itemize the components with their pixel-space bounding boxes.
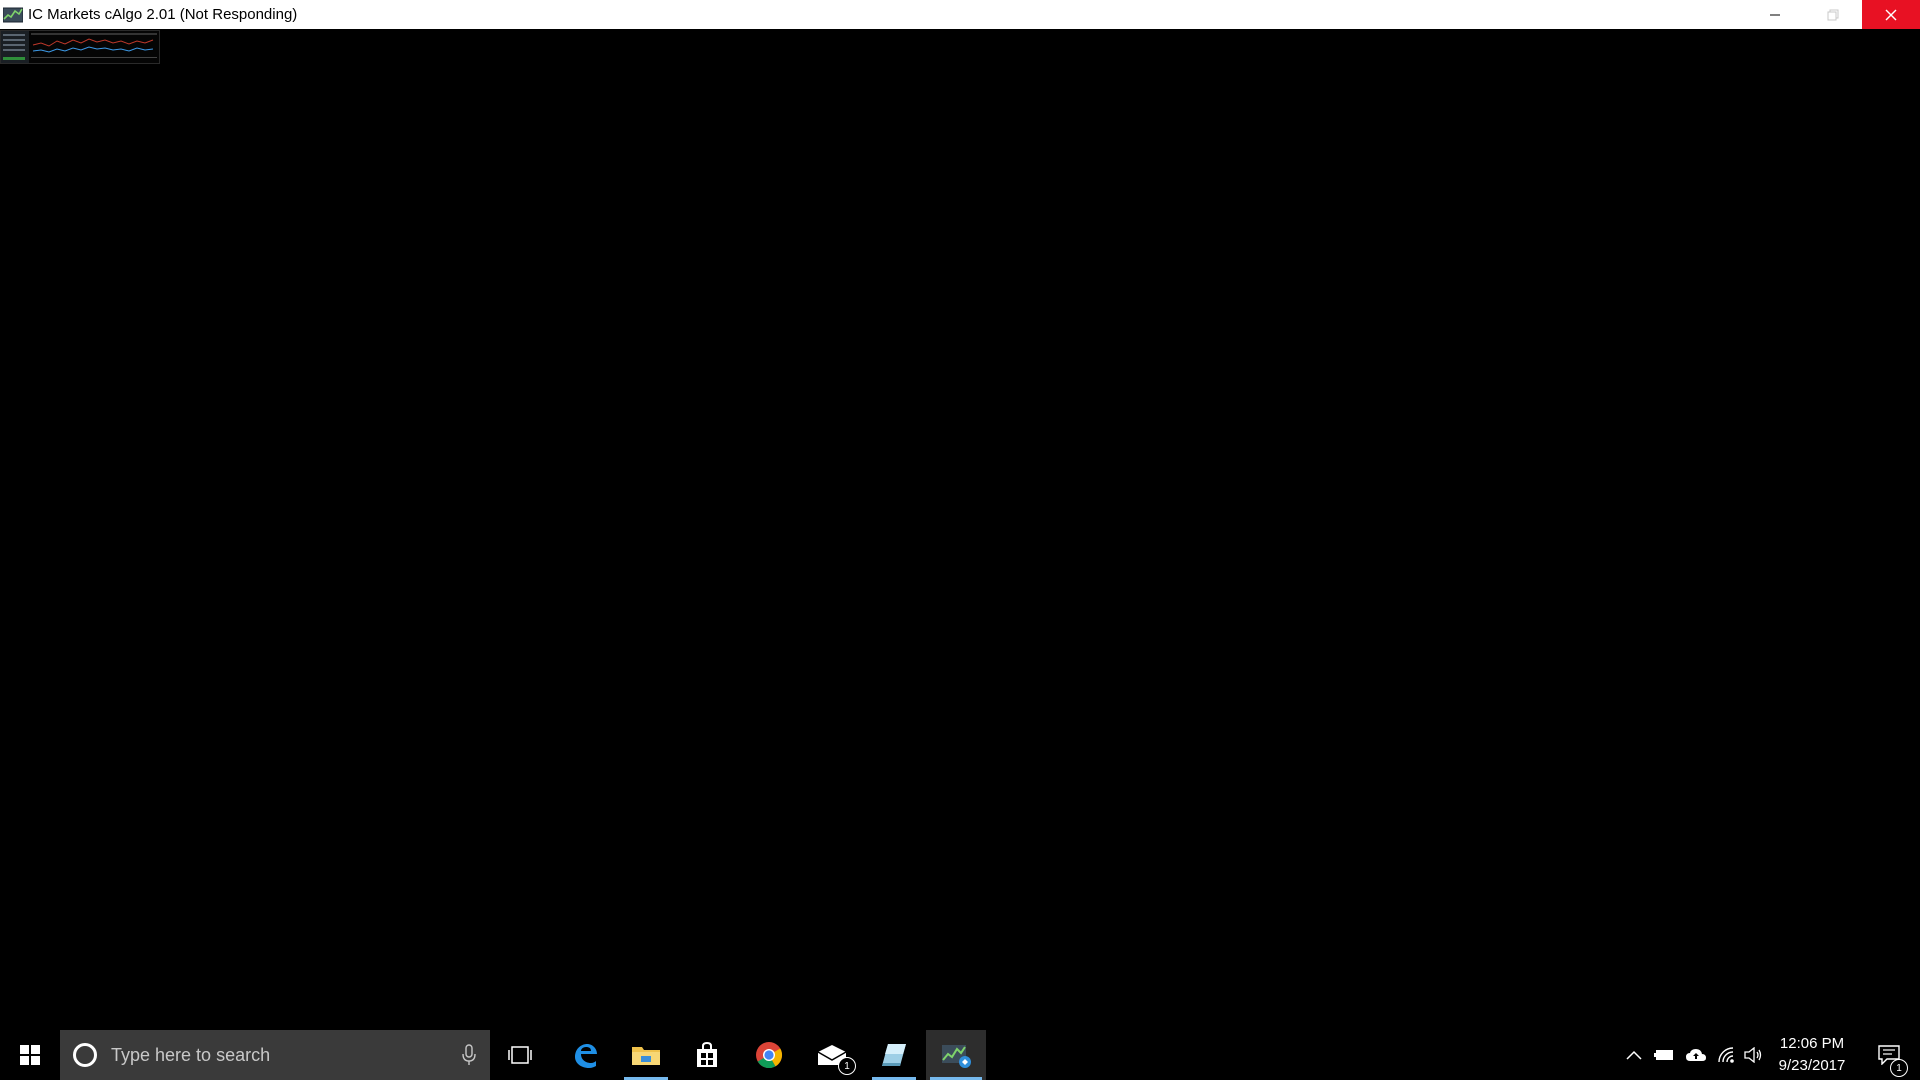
battery-icon xyxy=(1654,1050,1673,1060)
close-button[interactable] xyxy=(1862,0,1920,29)
chevron-up-icon xyxy=(1626,1050,1642,1060)
taskbar-file-explorer[interactable] xyxy=(620,1030,672,1080)
clock-time: 12:06 PM xyxy=(1779,1035,1845,1052)
windows-logo-icon xyxy=(20,1045,40,1065)
folder-icon xyxy=(632,1047,660,1065)
stale-window-thumbnail xyxy=(0,30,160,64)
calgo-app-icon[interactable] xyxy=(3,5,23,25)
app-client-area xyxy=(0,29,1920,1030)
notification-badge: 1 xyxy=(1890,1059,1908,1077)
taskbar-store[interactable] xyxy=(682,1030,732,1080)
clock-date: 9/23/2017 xyxy=(1778,1057,1846,1074)
volume-icon xyxy=(1744,1047,1762,1063)
onedrive-button[interactable] xyxy=(1682,1030,1710,1080)
mail-badge: 1 xyxy=(838,1057,856,1075)
task-view-button[interactable] xyxy=(495,1030,545,1080)
cortana-icon xyxy=(73,1043,97,1067)
taskbar-app[interactable] xyxy=(868,1030,920,1080)
close-icon xyxy=(1885,9,1897,20)
wifi-icon xyxy=(1718,1047,1734,1063)
edge-icon xyxy=(575,1044,597,1068)
search-box[interactable]: Type here to search xyxy=(60,1030,490,1080)
volume-button[interactable] xyxy=(1742,1030,1766,1080)
calgo-icon xyxy=(942,1045,971,1068)
network-button[interactable] xyxy=(1714,1030,1740,1080)
taskbar-chrome[interactable] xyxy=(744,1030,794,1080)
taskbar: Type here to search 1 12:06 PM 9/23/2017… xyxy=(0,1030,1920,1080)
search-placeholder: Type here to search xyxy=(111,1044,271,1065)
clock[interactable]: 12:06 PM 9/23/2017 xyxy=(1766,1030,1858,1080)
minimize-button[interactable] xyxy=(1746,0,1804,29)
taskbar-mail[interactable]: 1 xyxy=(806,1030,858,1080)
restore-icon xyxy=(1827,9,1839,20)
store-icon xyxy=(697,1042,717,1067)
show-hidden-icons-button[interactable] xyxy=(1622,1030,1646,1080)
taskbar-edge[interactable] xyxy=(560,1030,610,1080)
microphone-icon[interactable] xyxy=(462,1044,476,1066)
cloud-upload-icon xyxy=(1686,1049,1706,1061)
chrome-icon xyxy=(756,1042,783,1069)
minimize-icon xyxy=(1770,14,1780,15)
taskbar-calgo[interactable] xyxy=(926,1030,986,1080)
crystal-icon xyxy=(882,1044,906,1066)
maximize-button[interactable] xyxy=(1804,0,1862,29)
action-center-button[interactable]: 1 xyxy=(1866,1030,1912,1080)
task-view-icon xyxy=(508,1046,532,1064)
battery-button[interactable] xyxy=(1652,1030,1678,1080)
title-bar[interactable]: IC Markets cAlgo 2.01 (Not Responding) xyxy=(0,0,1920,29)
window-title: IC Markets cAlgo 2.01 (Not Responding) xyxy=(28,6,298,23)
start-button[interactable] xyxy=(0,1030,60,1080)
